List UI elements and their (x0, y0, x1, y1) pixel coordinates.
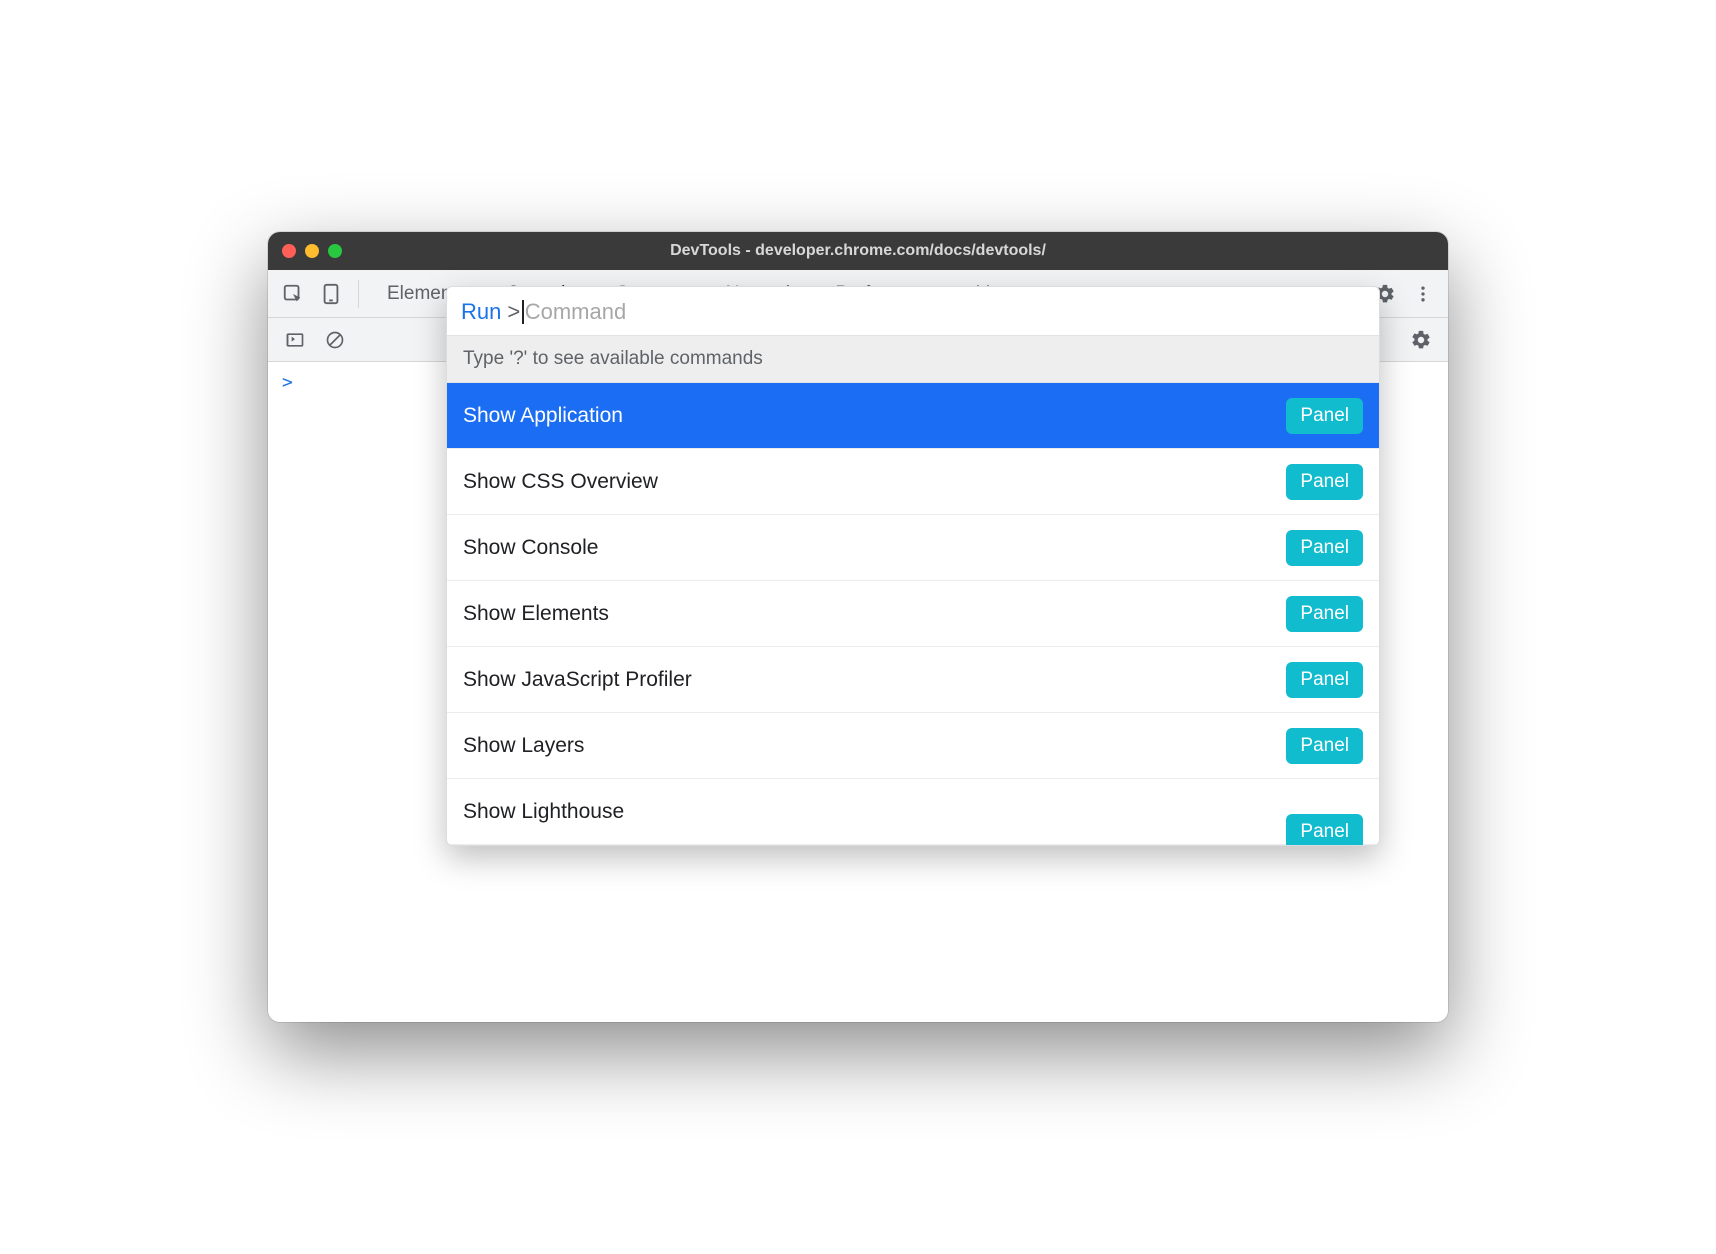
command-prefix: Run (461, 299, 501, 325)
inspect-element-icon[interactable] (276, 277, 310, 311)
console-prompt: > (282, 372, 293, 393)
command-item-badge: Panel (1286, 530, 1363, 566)
command-item-label: Show Application (463, 404, 623, 428)
maximize-window-button[interactable] (328, 244, 342, 258)
command-list: Show Application Panel Show CSS Overview… (447, 383, 1379, 845)
command-item-label: Show Layers (463, 734, 584, 758)
command-hint: Type '?' to see available commands (447, 335, 1379, 383)
device-toolbar-icon[interactable] (314, 277, 348, 311)
command-placeholder: Command (525, 299, 626, 325)
command-item[interactable]: Show Layers Panel (447, 713, 1379, 779)
command-item-badge: Panel (1286, 464, 1363, 500)
command-menu: Run > Command Type '?' to see available … (446, 286, 1380, 846)
command-item[interactable]: Show JavaScript Profiler Panel (447, 647, 1379, 713)
command-item-label: Show JavaScript Profiler (463, 668, 692, 692)
command-item[interactable]: Show Application Panel (447, 383, 1379, 449)
titlebar: DevTools - developer.chrome.com/docs/dev… (268, 232, 1448, 270)
command-item-badge: Panel (1286, 398, 1363, 434)
command-item-label: Show Lighthouse (463, 800, 624, 824)
command-input-row[interactable]: Run > Command (447, 287, 1379, 335)
command-item-label: Show CSS Overview (463, 470, 658, 494)
command-item[interactable]: Show Elements Panel (447, 581, 1379, 647)
command-item[interactable]: Show Console Panel (447, 515, 1379, 581)
command-item[interactable]: Show CSS Overview Panel (447, 449, 1379, 515)
command-caret: > (507, 299, 520, 325)
command-item-badge: Panel (1286, 728, 1363, 764)
command-item-label: Show Elements (463, 602, 609, 626)
close-window-button[interactable] (282, 244, 296, 258)
traffic-lights (282, 244, 342, 258)
command-item-badge: Panel (1286, 814, 1363, 846)
command-item-badge: Panel (1286, 662, 1363, 698)
kebab-menu-icon[interactable] (1406, 277, 1440, 311)
command-item-badge: Panel (1286, 596, 1363, 632)
window-title: DevTools - developer.chrome.com/docs/dev… (268, 242, 1448, 260)
clear-console-icon[interactable] (318, 323, 352, 357)
minimize-window-button[interactable] (305, 244, 319, 258)
console-sidebar-toggle-icon[interactable] (278, 323, 312, 357)
text-cursor (522, 300, 524, 324)
command-item[interactable]: Show Lighthouse Panel (447, 779, 1379, 845)
console-settings-icon[interactable] (1404, 323, 1438, 357)
command-item-label: Show Console (463, 536, 598, 560)
toolbar-separator (358, 280, 359, 308)
devtools-window: DevTools - developer.chrome.com/docs/dev… (268, 232, 1448, 1022)
